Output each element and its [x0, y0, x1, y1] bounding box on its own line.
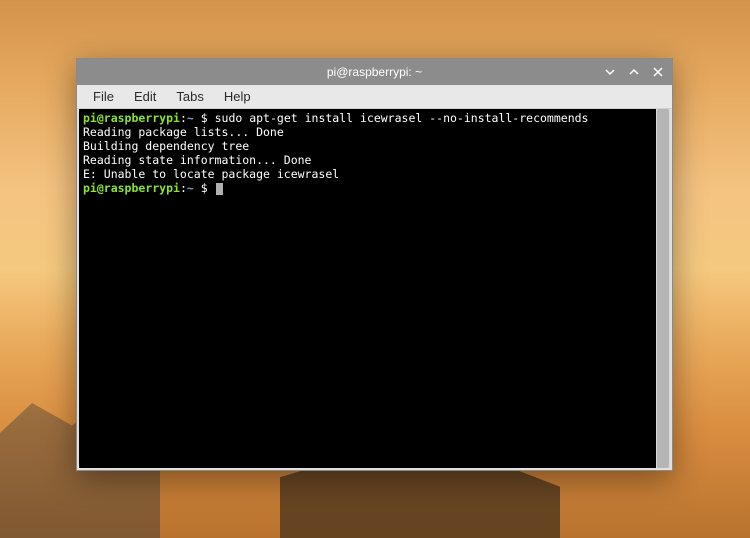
- prompt-user: pi@raspberrypi: [83, 181, 180, 195]
- terminal-content[interactable]: pi@raspberrypi:~ $ sudo apt-get install …: [79, 109, 656, 468]
- menu-tabs[interactable]: Tabs: [166, 87, 213, 106]
- scrollbar[interactable]: [656, 109, 670, 468]
- menu-help[interactable]: Help: [214, 87, 261, 106]
- prompt-colon: :: [180, 111, 187, 125]
- chevron-down-icon: [605, 67, 615, 77]
- terminal-line: pi@raspberrypi:~ $ sudo apt-get install …: [83, 111, 652, 125]
- terminal-container: pi@raspberrypi:~ $ sudo apt-get install …: [77, 109, 672, 470]
- command-text: sudo apt-get install icewrasel --no-inst…: [215, 111, 589, 125]
- prompt-dollar: $: [194, 111, 215, 125]
- chevron-up-icon: [629, 67, 639, 77]
- window-title: pi@raspberrypi: ~: [327, 65, 422, 79]
- terminal-line: pi@raspberrypi:~ $: [83, 181, 652, 195]
- close-button[interactable]: [650, 64, 666, 80]
- terminal-window: pi@raspberrypi: ~ File Edit Tabs Help pi…: [76, 58, 673, 471]
- terminal-output: Reading state information... Done: [83, 153, 652, 167]
- menu-file[interactable]: File: [83, 87, 124, 106]
- terminal-output: Building dependency tree: [83, 139, 652, 153]
- menubar: File Edit Tabs Help: [77, 85, 672, 109]
- prompt-dollar: $: [194, 181, 215, 195]
- terminal-output: Reading package lists... Done: [83, 125, 652, 139]
- close-icon: [653, 67, 663, 77]
- terminal-output: E: Unable to locate package icewrasel: [83, 167, 652, 181]
- minimize-button[interactable]: [602, 64, 618, 80]
- scrollbar-thumb[interactable]: [657, 109, 669, 468]
- maximize-button[interactable]: [626, 64, 642, 80]
- titlebar[interactable]: pi@raspberrypi: ~: [77, 59, 672, 85]
- menu-edit[interactable]: Edit: [124, 87, 166, 106]
- prompt-user: pi@raspberrypi: [83, 111, 180, 125]
- cursor-icon: [216, 183, 223, 195]
- prompt-path: ~: [187, 111, 194, 125]
- prompt-path: ~: [187, 181, 194, 195]
- prompt-colon: :: [180, 181, 187, 195]
- titlebar-controls: [602, 64, 666, 80]
